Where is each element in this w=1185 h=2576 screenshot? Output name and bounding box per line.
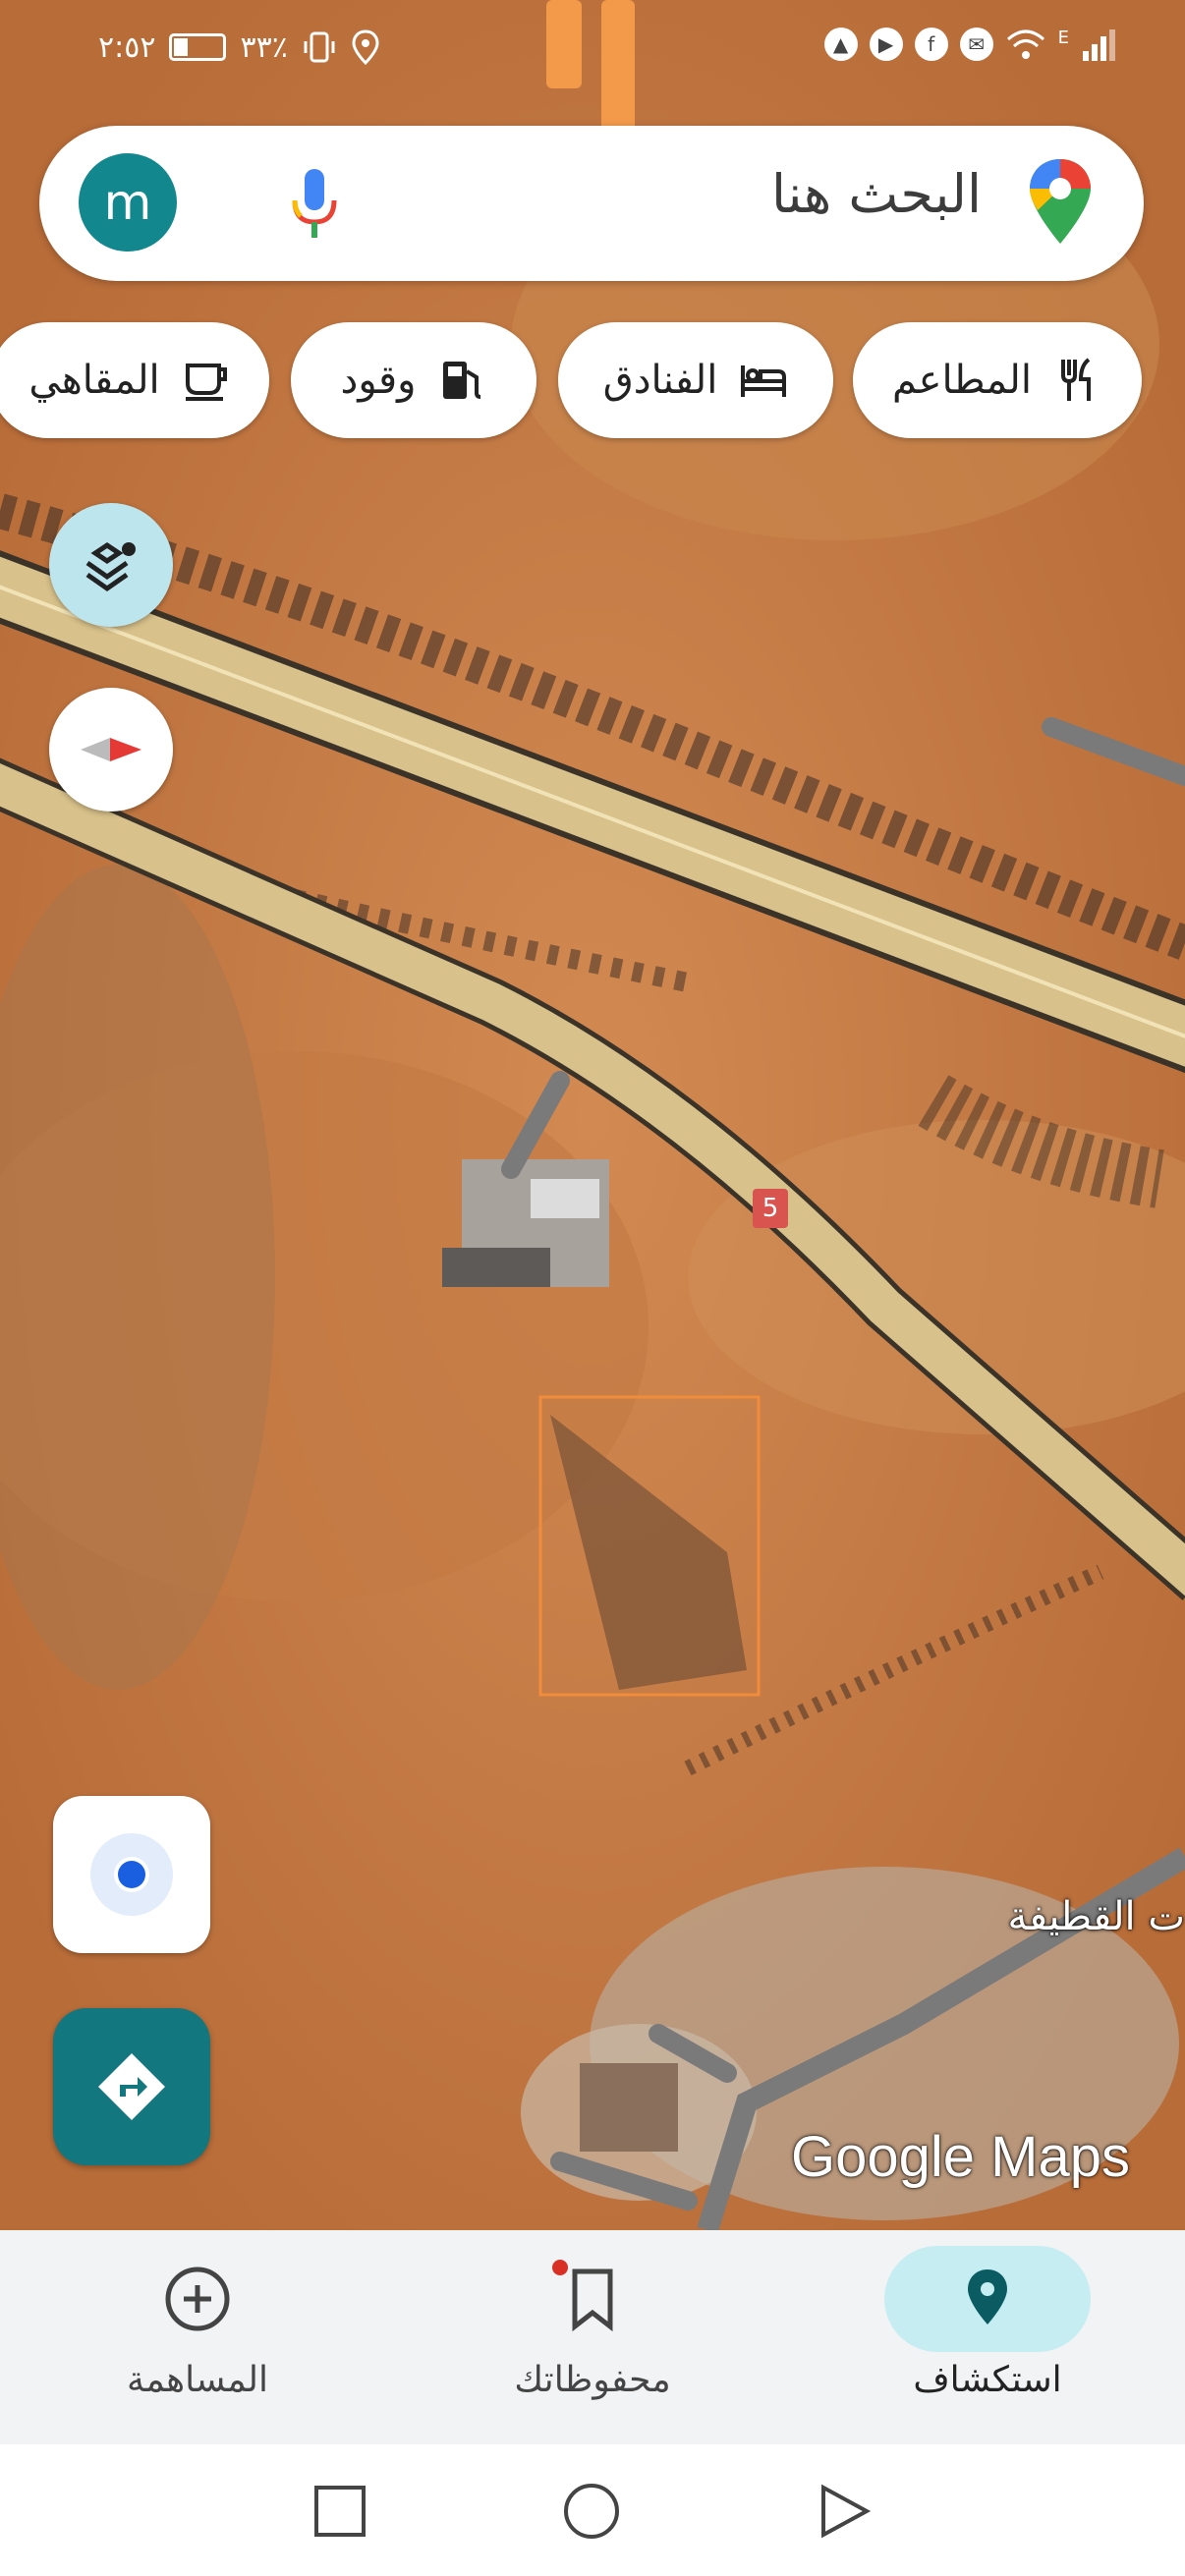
signal-icon [1083, 29, 1115, 61]
layers-icon [85, 541, 136, 592]
restaurant-icon [1060, 358, 1091, 401]
app-notification-icon: ▲ [823, 28, 858, 61]
category-chips: المطاعم الفنادق وقود المقاهي [0, 322, 1185, 440]
layers-button[interactable] [49, 503, 173, 627]
home-icon[interactable] [562, 2482, 621, 2541]
chip-label: المطاعم [892, 358, 1032, 403]
time-label: ٢:٥٢ [98, 29, 156, 65]
vibrate-icon [304, 31, 335, 63]
chip-restaurants[interactable]: المطاعم [853, 322, 1142, 438]
chip-coffee[interactable]: المقاهي [0, 322, 269, 438]
nav-label: محفوظاتك [514, 2360, 671, 2400]
youtube-icon: ▶ [869, 28, 903, 61]
google-maps-watermark: Google Maps [791, 2125, 1130, 2189]
status-right: ▲ ▶ f ✉ E [823, 28, 1116, 61]
hotel-icon [741, 365, 787, 397]
notification-dot [552, 2260, 568, 2275]
search-bar[interactable]: m البحث هنا [39, 126, 1144, 281]
route-shield: 5 [753, 1189, 788, 1228]
compass-button[interactable] [49, 688, 173, 812]
coffee-icon [185, 364, 227, 401]
network-type-label: E [1057, 28, 1069, 48]
bottom-navigation: استكشاف محفوظاتك المساهمة [0, 2230, 1185, 2444]
directions-icon [98, 2053, 165, 2120]
wifi-icon [1006, 29, 1044, 59]
status-left: ٢:٥٢ ٣٣٪ [98, 29, 380, 65]
location-icon [352, 29, 379, 65]
system-navigation-bar [0, 2444, 1185, 2576]
recents-icon[interactable] [312, 2484, 367, 2539]
my-location-icon [90, 1833, 173, 1916]
chip-label: الفنادق [602, 358, 718, 403]
place-label[interactable]: ت القطيفة [1008, 1894, 1185, 1939]
explore-pin-icon [968, 2269, 1007, 2324]
microphone-icon[interactable] [285, 165, 344, 244]
back-icon[interactable] [816, 2482, 875, 2541]
chip-hotels[interactable]: الفنادق [558, 322, 833, 438]
nav-contribute[interactable]: المساهمة [0, 2230, 395, 2444]
my-location-button[interactable] [53, 1796, 210, 1953]
nav-saved[interactable]: محفوظاتك [395, 2230, 790, 2444]
compass-icon [81, 738, 141, 761]
chip-gas[interactable]: وقود [291, 322, 536, 438]
chip-label: وقود [340, 358, 417, 403]
messenger-icon: ✉ [959, 28, 993, 61]
avatar-letter: m [103, 174, 152, 231]
google-maps-logo-icon [1030, 159, 1091, 244]
add-circle-icon [165, 2267, 230, 2331]
status-bar: ٢:٥٢ ٣٣٪ ▲ ▶ f ✉ E [0, 0, 1185, 98]
chip-label: المقاهي [28, 358, 160, 403]
battery-icon [169, 33, 227, 61]
gas-station-icon [443, 362, 481, 399]
directions-button[interactable] [53, 2008, 210, 2165]
nav-label: استكشاف [913, 2360, 1062, 2400]
battery-label: ٣٣٪ [240, 29, 288, 65]
account-avatar[interactable]: m [79, 153, 177, 252]
facebook-icon: f [914, 28, 948, 61]
search-input[interactable]: البحث هنا [771, 163, 982, 225]
nav-explore[interactable]: استكشاف [790, 2230, 1185, 2444]
nav-label: المساهمة [127, 2360, 268, 2400]
